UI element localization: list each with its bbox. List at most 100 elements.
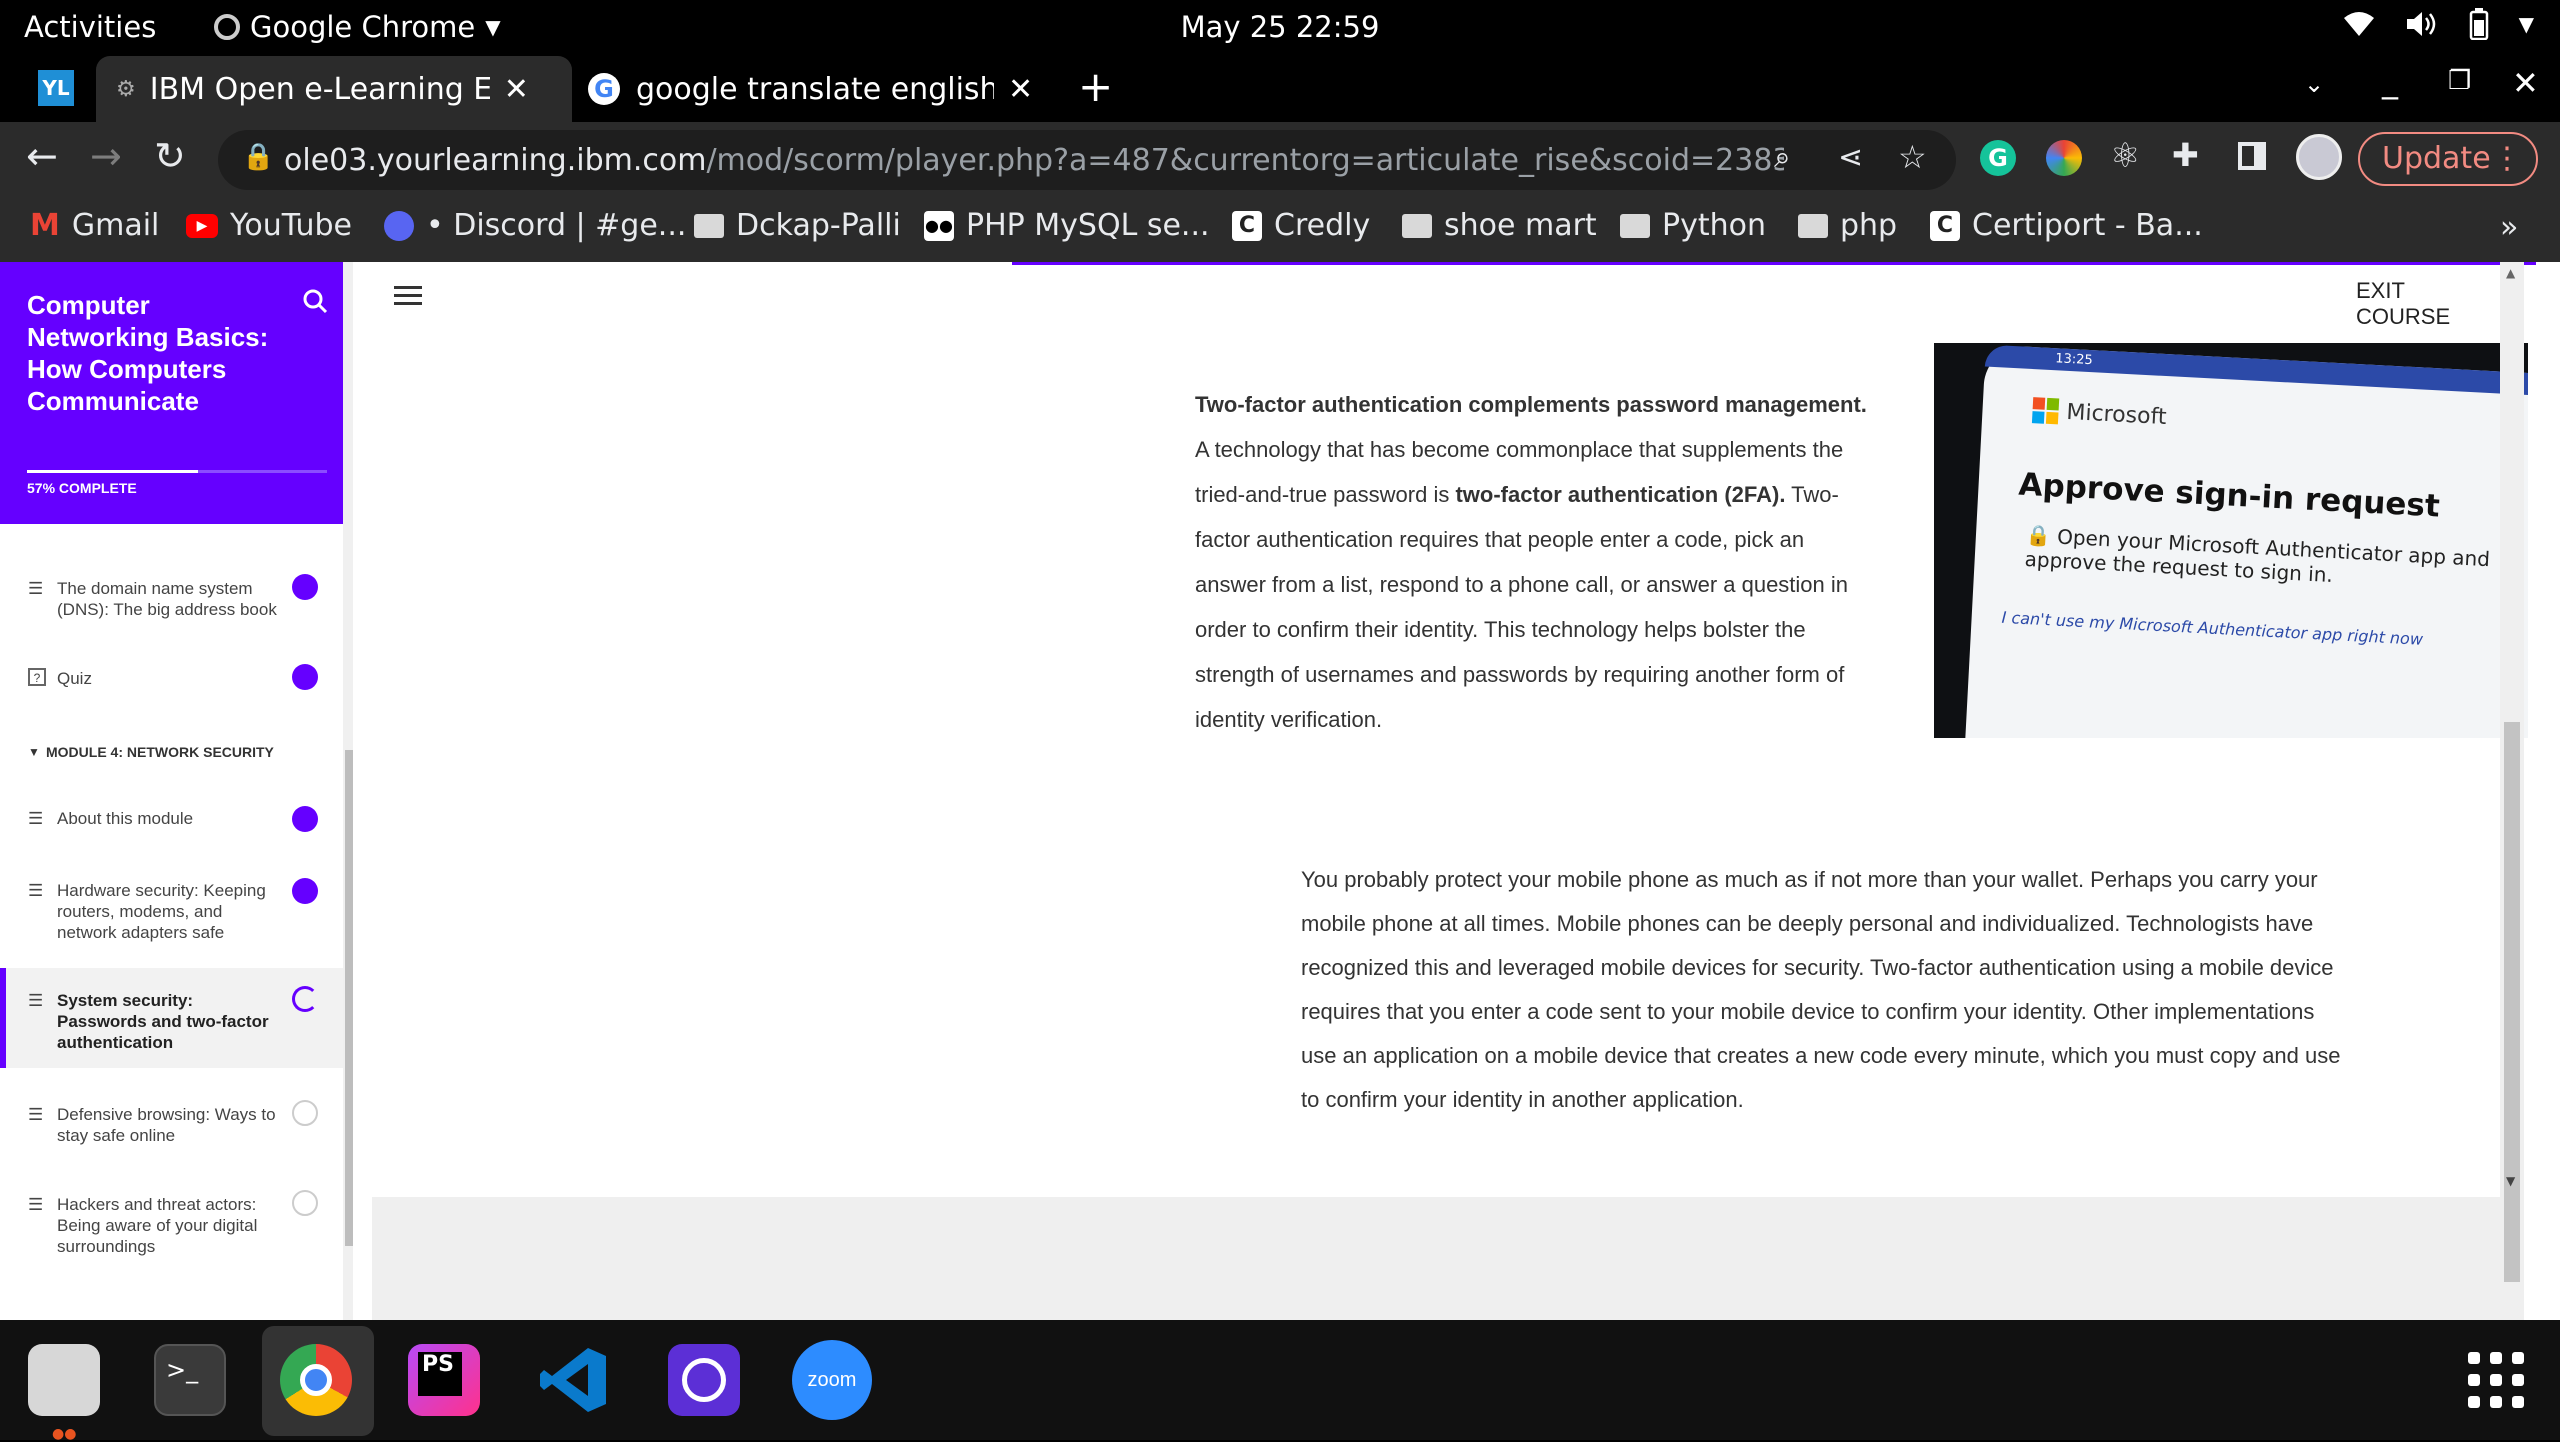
paragraph-mobile: You probably protect your mobile phone a… <box>1301 867 2341 1112</box>
close-icon[interactable]: ✕ <box>1008 72 1033 107</box>
window-close-button[interactable]: ✕ <box>2512 64 2539 102</box>
tab-title: google translate english t <box>636 71 994 107</box>
phpstorm-app-icon[interactable]: PS <box>408 1344 480 1416</box>
lesson-label: Defensive browsing: Ways to stay safe on… <box>57 1105 276 1145</box>
bookmark-label: shoe mart <box>1444 208 1597 243</box>
new-tab-button[interactable]: + <box>1078 62 1113 111</box>
lesson-item-current[interactable]: ☰ System security: Passwords and two-fac… <box>0 968 343 1068</box>
kebab-menu-icon[interactable]: ⋮ <box>2492 134 2522 184</box>
sidebar-scrollbar[interactable] <box>343 262 353 1320</box>
exit-course-button[interactable]: EXIT COURSE <box>2356 278 2500 330</box>
url-path: /mod/scorm/player.php?a=487&currentorg=a… <box>706 142 1784 178</box>
lesson-item[interactable]: ☰ About this module <box>0 806 343 846</box>
tab-ibm-open-elearning[interactable]: ⚙ IBM Open e-Learning Ecos ✕ <box>96 56 572 122</box>
folder-icon <box>1620 213 1650 238</box>
pulse-app-icon[interactable] <box>668 1344 740 1416</box>
bookmark-dckap-palli[interactable]: Dckap-Palli <box>694 208 901 243</box>
clock[interactable]: May 25 22:59 <box>1181 10 1380 44</box>
lock-icon: 🔒 <box>242 142 275 172</box>
running-indicator: ●● <box>52 1426 77 1442</box>
color-picker-extension-icon[interactable] <box>2046 140 2082 176</box>
system-tray[interactable]: ▼ <box>2343 8 2534 40</box>
tab-google-translate[interactable]: G google translate english t ✕ <box>588 56 1048 122</box>
forward-icon[interactable]: → <box>90 134 122 178</box>
course-header: Computer Networking Basics: How Computer… <box>0 262 353 524</box>
bookmark-python[interactable]: Python <box>1620 208 1766 243</box>
bookmark-credly[interactable]: C Credly <box>1232 208 1370 243</box>
bookmark-label: Dckap-Palli <box>736 208 901 243</box>
microsoft-brand: Microsoft <box>2065 399 2168 430</box>
bookmark-php[interactable]: php <box>1798 208 1897 243</box>
authenticator-photo: 13:25 Microsoft Approve sign-in request … <box>1934 343 2528 738</box>
tab-favicon-icon: ⚙ <box>116 76 136 102</box>
address-bar[interactable]: 🔒 ole03.yourlearning.ibm.com/mod/scorm/p… <box>218 130 1956 190</box>
progress-bar <box>27 470 327 473</box>
bookmark-gmail[interactable]: M Gmail <box>30 208 159 243</box>
bookmark-certiport[interactable]: C Certiport - Ba... <box>1930 208 2203 243</box>
battery-icon <box>2469 8 2488 40</box>
terminal-app-icon[interactable]: >_ <box>154 1344 226 1416</box>
scroll-up-icon[interactable]: ▲ <box>2506 266 2515 280</box>
content-scrollbar[interactable] <box>2500 442 2524 1277</box>
folder-icon <box>1402 213 1432 238</box>
lesson-icon: ☰ <box>28 1105 44 1124</box>
caret-down-icon: ▼ <box>28 745 40 759</box>
app-menu[interactable]: Google Chrome ▼ <box>214 10 501 44</box>
approve-body: 🔒 Open your Microsoft Authenticator app … <box>2024 523 2496 596</box>
back-icon[interactable]: ← <box>26 134 58 178</box>
more-bookmarks-icon[interactable]: » <box>2500 210 2518 245</box>
bookmark-php-mysql[interactable]: ●● PHP MySQL se... <box>924 208 1210 243</box>
lesson-label: About this module <box>57 809 194 828</box>
module-header[interactable]: ▼ MODULE 4: NETWORK SECURITY <box>0 740 343 770</box>
show-apps-icon[interactable] <box>2468 1352 2524 1408</box>
approve-body-text: Open your Microsoft Authenticator app an… <box>2024 524 2491 588</box>
update-button[interactable]: Update ⋮ <box>2358 132 2538 186</box>
scroll-thumb[interactable] <box>345 750 353 1246</box>
chrome-app-icon[interactable] <box>280 1344 352 1416</box>
lesson-item[interactable]: ? Quiz <box>0 664 343 706</box>
approve-heading: Approve sign-in request <box>2017 466 2441 525</box>
extensions-puzzle-icon[interactable]: ✚ <box>2172 136 2199 174</box>
lesson-icon: ☰ <box>28 1195 44 1214</box>
zoom-app-icon[interactable]: zoom <box>792 1340 872 1420</box>
youtube-icon: ▶ <box>186 213 218 238</box>
google-favicon-icon: G <box>588 73 620 105</box>
profile-avatar[interactable] <box>2296 134 2342 180</box>
scroll-down-icon[interactable]: ▼ <box>2506 1174 2515 1188</box>
share-icon[interactable]: ⋖ <box>1838 140 1863 175</box>
lesson-item[interactable]: ☰ Defensive browsing: Ways to stay safe … <box>0 1100 343 1150</box>
bookmark-discord[interactable]: • Discord | #ge... <box>384 208 686 243</box>
files-app-icon[interactable] <box>28 1344 100 1416</box>
bookmark-star-icon[interactable]: ☆ <box>1898 138 1927 176</box>
react-devtools-extension-icon[interactable]: ⚛ <box>2110 136 2140 176</box>
restore-button[interactable]: ❐ <box>2448 66 2471 96</box>
credly-icon: C <box>1232 210 1262 241</box>
lesson-icon: ☰ <box>28 881 44 900</box>
grammarly-extension-icon[interactable]: G <box>1980 140 2016 176</box>
reload-icon[interactable]: ↻ <box>154 134 186 178</box>
tab-strip: YL ⚙ IBM Open e-Learning Ecos ✕ G google… <box>0 54 2560 122</box>
close-icon[interactable]: ✕ <box>504 72 529 107</box>
vscode-app-icon[interactable] <box>538 1344 610 1416</box>
search-icon[interactable] <box>302 288 328 314</box>
bookmark-label: • Discord | #ge... <box>426 208 687 243</box>
lesson-item[interactable]: ☰ The domain name system (DNS): The big … <box>0 574 343 644</box>
bookmark-youtube[interactable]: ▶ YouTube <box>186 208 352 243</box>
lesson-item[interactable]: ☰ Hardware security: Keeping routers, mo… <box>0 876 343 956</box>
chevron-down-icon: ▼ <box>485 15 501 39</box>
in-progress-icon <box>292 986 318 1012</box>
bookmark-label: YouTube <box>230 208 352 243</box>
current-indicator <box>0 968 6 1068</box>
not-started-icon <box>292 1190 318 1216</box>
tab-search-chevron-icon[interactable]: ⌄ <box>2304 70 2324 98</box>
bookmark-shoe-mart[interactable]: shoe mart <box>1402 208 1597 243</box>
side-panel-icon[interactable] <box>2238 142 2266 170</box>
lesson-item[interactable]: ☰ Hackers and threat actors: Being aware… <box>0 1190 343 1260</box>
activities-button[interactable]: Activities <box>24 10 156 44</box>
hamburger-menu-icon[interactable] <box>394 284 422 308</box>
zoom-icon[interactable]: ⌕ <box>1774 140 1791 175</box>
dock: ●● >_ PS zoom <box>0 1320 2560 1442</box>
minimize-button[interactable]: _ <box>2382 62 2398 100</box>
yourlearning-favicon[interactable]: YL <box>38 70 74 106</box>
bookmark-label: Credly <box>1274 208 1371 243</box>
